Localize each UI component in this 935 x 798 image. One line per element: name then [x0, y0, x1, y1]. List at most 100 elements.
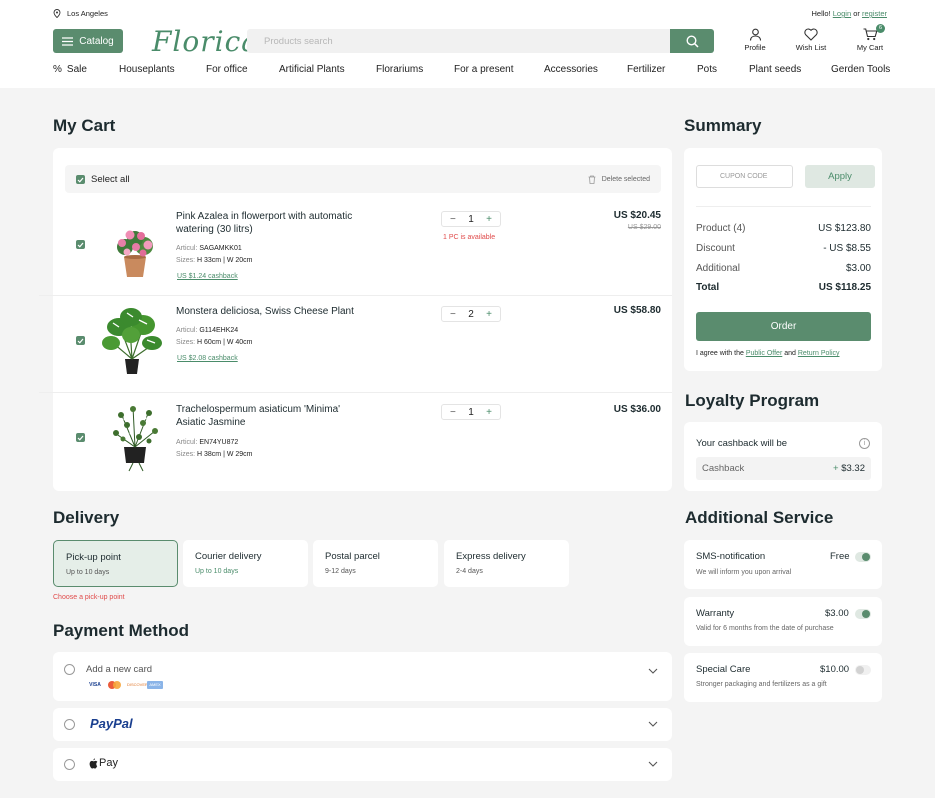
register-link[interactable]: register [862, 9, 887, 18]
quantity-value[interactable]: 1 [468, 407, 474, 418]
delete-selected-button[interactable]: Delete selected [588, 175, 650, 184]
service-price: $3.00 [825, 608, 849, 619]
loyalty-title: Loyalty Program [685, 391, 820, 410]
applepay-logo: Pay [89, 757, 118, 769]
apply-button[interactable]: Apply [805, 165, 875, 188]
special-care-toggle[interactable] [855, 665, 871, 675]
nav-florariums[interactable]: Florariums [376, 64, 423, 75]
choose-pickup-link[interactable]: Choose a pick-up point [53, 594, 125, 601]
chevron-down-icon[interactable] [648, 721, 658, 727]
sms-toggle[interactable] [855, 552, 871, 562]
check-icon [77, 177, 84, 183]
cart-button[interactable]: My Cart 6 [850, 24, 890, 52]
delivery-title: Delivery [53, 508, 120, 527]
login-link[interactable]: Login [833, 9, 851, 18]
visa-icon: VISA [89, 682, 101, 688]
nav-for-office[interactable]: For office [206, 64, 248, 75]
search-input[interactable]: Products search [247, 29, 670, 53]
coupon-input[interactable]: CUPON CODE [696, 165, 793, 188]
nav-artificial-plants[interactable]: Artificial Plants [279, 64, 345, 75]
stock-note: 1 PC is available [443, 234, 496, 241]
cart-title: My Cart [53, 116, 116, 135]
public-offer-link[interactable]: Public Offer [746, 350, 782, 357]
item-price: US $36.00 [613, 404, 661, 415]
item-cashback[interactable]: US $1.24 cashback [177, 273, 238, 280]
quantity-value[interactable]: 1 [468, 214, 474, 225]
info-icon[interactable]: i [859, 438, 870, 449]
nav-accessories[interactable]: Accessories [544, 64, 598, 75]
delivery-option-postal[interactable]: Postal parcel 9-12 days [313, 540, 438, 587]
plus-icon[interactable]: + [486, 214, 492, 225]
summary-row-additional: Additional $3.00 [696, 263, 871, 274]
select-all-checkbox[interactable] [76, 175, 85, 184]
radio-applepay[interactable] [64, 759, 75, 770]
minus-icon[interactable]: − [450, 309, 456, 320]
cashback-value: + $3.32 [833, 463, 865, 474]
service-title: Additional Service [685, 508, 834, 527]
plus-icon[interactable]: + [486, 309, 492, 320]
search-button[interactable] [670, 29, 714, 53]
payment-title: Payment Method [53, 621, 190, 640]
item-checkbox[interactable] [76, 433, 85, 442]
product-image-jasmine[interactable] [109, 403, 161, 473]
item-checkbox[interactable] [76, 240, 85, 249]
payment-option-card[interactable]: Add a new card VISA DISCOVER AMEX [53, 652, 672, 701]
item-cashback[interactable]: US $2.08 cashback [177, 355, 238, 362]
chevron-down-icon[interactable] [648, 668, 658, 674]
wishlist-button[interactable]: Wish List [791, 28, 831, 52]
minus-icon[interactable]: − [450, 407, 456, 418]
cart-item: Pink Azalea in flowerport with automatic… [53, 203, 672, 295]
order-button[interactable]: Order [696, 312, 871, 341]
cart-item: Trachelospermum asiaticum 'Minima' Asiat… [53, 395, 672, 487]
warranty-toggle[interactable] [855, 609, 871, 619]
city-label: Los Angeles [67, 9, 108, 18]
cart-count-badge: 6 [876, 24, 885, 33]
item-sizes: Sizes: H 38cm | W 29cm [176, 451, 253, 458]
nav-pots[interactable]: Pots [697, 64, 717, 75]
delivery-option-pickup[interactable]: Pick-up point Up to 10 days [53, 540, 178, 587]
catalog-button[interactable]: Catalog [53, 29, 123, 53]
product-image-azalea[interactable] [110, 225, 160, 280]
location[interactable]: Los Angeles [53, 9, 108, 18]
logo[interactable]: Florica [152, 25, 259, 58]
delivery-option-courier[interactable]: Courier delivery Up to 10 days [183, 540, 308, 587]
select-all-label: Select all [91, 174, 130, 185]
return-policy-link[interactable]: Return Policy [798, 350, 840, 357]
check-icon [77, 338, 84, 344]
radio-card[interactable] [64, 664, 75, 675]
nav-fertilizer[interactable]: Fertilizer [627, 64, 665, 75]
item-sizes: Sizes: H 33cm | W 20cm [176, 257, 253, 264]
minus-icon[interactable]: − [450, 214, 456, 225]
percent-icon: % [53, 64, 62, 75]
payment-option-applepay[interactable]: Pay [53, 748, 672, 781]
product-image-monstera[interactable] [101, 305, 163, 375]
nav-plant-seeds[interactable]: Plant seeds [749, 64, 801, 75]
loyalty-card: Your cashback will be i Cashback + $3.32 [684, 422, 882, 491]
item-sizes: Sizes: H 60cm | W 40cm [176, 339, 253, 346]
nav-garden-tools[interactable]: Gerden Tools [831, 64, 890, 75]
nav-sale[interactable]: % Sale [53, 64, 87, 75]
quantity-value[interactable]: 2 [468, 309, 474, 320]
payment-option-paypal[interactable]: PayPal [53, 708, 672, 741]
divider [39, 295, 672, 296]
plus-icon[interactable]: + [486, 407, 492, 418]
delivery-option-express[interactable]: Express delivery 2-4 days [444, 540, 569, 587]
service-special-care: Special Care $10.00 Stronger packaging a… [684, 653, 882, 702]
profile-button[interactable]: Profile [735, 28, 775, 52]
check-icon [77, 435, 84, 441]
chevron-down-icon[interactable] [648, 761, 658, 767]
nav-houseplants[interactable]: Houseplants [119, 64, 175, 75]
cashback-label: Cashback [702, 463, 745, 474]
item-name[interactable]: Trachelospermum asiaticum 'Minima' Asiat… [176, 403, 351, 429]
item-checkbox[interactable] [76, 336, 85, 345]
quantity-stepper: − 1 + [441, 404, 501, 420]
quantity-stepper: − 2 + [441, 306, 501, 322]
mastercard-icon [107, 681, 123, 689]
apple-icon [89, 758, 98, 768]
item-name[interactable]: Pink Azalea in flowerport with automatic… [176, 210, 361, 236]
radio-paypal[interactable] [64, 719, 75, 730]
nav-for-a-present[interactable]: For a present [454, 64, 513, 75]
divider [696, 206, 871, 207]
item-name[interactable]: Monstera deliciosa, Swiss Cheese Plant [176, 305, 376, 318]
cart-item: Monstera deliciosa, Swiss Cheese Plant A… [53, 298, 672, 390]
